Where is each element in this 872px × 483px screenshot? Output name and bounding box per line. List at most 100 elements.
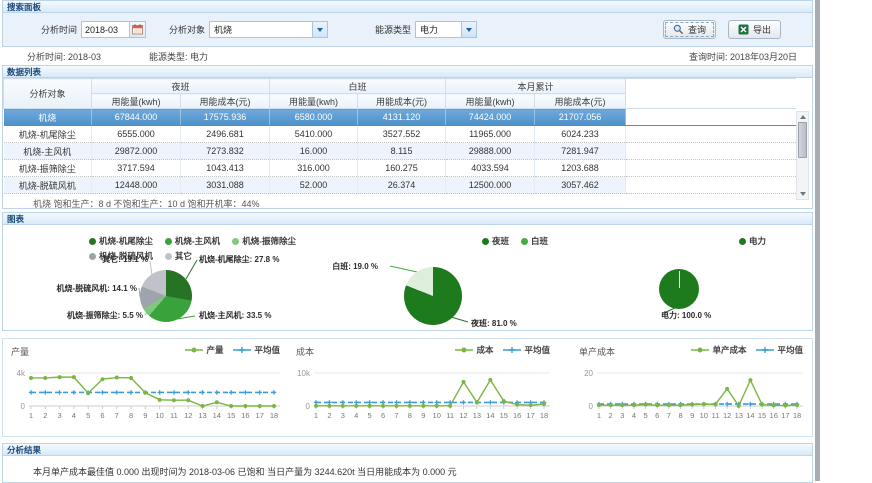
summary-analysis-time: 分析时间: 2018-03 xyxy=(27,50,101,63)
legend-item[interactable]: 机烧-主风机 xyxy=(165,235,220,247)
table-row[interactable]: 机烧67844.00017575.9366580.0004131.1207442… xyxy=(4,109,796,126)
scroll-down-arrow[interactable] xyxy=(797,189,808,199)
svg-text:2: 2 xyxy=(43,411,47,420)
row-object-name: 机烧 xyxy=(4,109,92,126)
table-cell: 29888.000 xyxy=(446,143,535,160)
table-cell: 1043.413 xyxy=(181,160,270,177)
svg-text:18: 18 xyxy=(270,411,278,420)
table-cell: 29872.000 xyxy=(92,143,181,160)
svg-text:16: 16 xyxy=(770,411,778,420)
query-button[interactable]: 查询 xyxy=(663,20,716,39)
table-cell: 74424.000 xyxy=(446,109,535,126)
table-cell: 8.115 xyxy=(358,143,446,160)
svg-text:2: 2 xyxy=(609,411,613,420)
legend-label: 产量 xyxy=(206,344,223,356)
line-chart-unit-cost: 单产成本单产成本平均值12345678910111213141516171820… xyxy=(573,339,811,436)
table-cell: 4033.594 xyxy=(446,160,535,177)
page-scrollbar[interactable] xyxy=(815,0,820,481)
svg-text:0: 0 xyxy=(306,402,311,411)
pie-slice-label: 白班: 19.0 % xyxy=(332,261,378,272)
column-header-filler xyxy=(626,79,796,109)
column-header-object: 分析对象 xyxy=(4,79,92,109)
legend-item[interactable]: 平均值 xyxy=(503,344,550,356)
table-row[interactable]: 机烧-机尾除尘6555.0002496.6815410.0003527.5521… xyxy=(4,126,796,143)
legend-item[interactable]: 夜班 xyxy=(482,235,509,247)
svg-text:7: 7 xyxy=(667,411,671,420)
search-panel: 搜索面板 分析时间 分析对象 机烧 能源类型 电力 xyxy=(2,0,813,47)
legend-item[interactable]: 机烧-机尾除尘 xyxy=(89,235,153,247)
svg-text:0: 0 xyxy=(21,402,26,411)
legend-label: 平均值 xyxy=(777,344,803,356)
line-chart-production: 产量产量平均值1234567891011121314151617184k0 xyxy=(5,339,288,436)
svg-text:1: 1 xyxy=(29,411,33,420)
table-cell: 67844.000 xyxy=(92,109,181,126)
chart-legend: 成本 平均值 xyxy=(455,344,550,356)
analysis-result-title: 分析结果 xyxy=(3,444,812,456)
legend-dot-icon xyxy=(521,238,528,245)
calendar-trigger-button[interactable] xyxy=(129,21,146,38)
svg-text:17: 17 xyxy=(256,411,264,420)
pie-start-line xyxy=(679,271,680,288)
energy-type-select[interactable]: 电力 xyxy=(415,21,477,38)
pie-charts-area: 机烧-机尾除尘机烧-主风机机烧-振筛除尘机烧-脱硫风机其它机烧-机尾除尘: 27… xyxy=(3,225,812,330)
svg-text:5: 5 xyxy=(86,411,90,420)
table-cell: 3057.462 xyxy=(535,177,626,194)
svg-text:10: 10 xyxy=(433,411,441,420)
export-button[interactable]: 导出 xyxy=(728,20,781,39)
svg-text:10k: 10k xyxy=(297,369,311,378)
scrollbar-thumb[interactable] xyxy=(798,122,807,158)
legend-item[interactable]: 产量 xyxy=(185,344,223,356)
table-cell: 3031.088 xyxy=(181,177,270,194)
table-row[interactable]: 机烧-主风机29872.0007273.83216.0008.11529888.… xyxy=(4,143,796,160)
pie-slice-label: 机烧-振筛除尘: 5.5 % xyxy=(67,310,143,321)
legend-item[interactable]: 其它 xyxy=(165,250,192,262)
legend-label: 其它 xyxy=(175,250,192,262)
table-cell-filler xyxy=(626,143,796,160)
pie-circle[interactable] xyxy=(140,270,192,322)
legend-dot-icon xyxy=(739,238,746,245)
pie-circle[interactable] xyxy=(404,267,462,325)
table-cell: 21707.056 xyxy=(535,109,626,126)
column-header-energy-amount: 用能量(kwh) xyxy=(270,94,358,109)
legend-label: 夜班 xyxy=(492,235,509,247)
pie-legend: 夜班 白班 xyxy=(482,235,548,247)
chart-title: 单产成本 xyxy=(579,345,615,358)
legend-label: 白班 xyxy=(531,235,548,247)
legend-item[interactable]: 平均值 xyxy=(233,344,280,356)
table-cell: 11965.000 xyxy=(446,126,535,143)
pie-chart-shift-cost-share: 夜班白班夜班: 81.0 %白班: 19.0 % xyxy=(338,225,558,330)
scroll-up-arrow[interactable] xyxy=(797,112,808,122)
legend-item[interactable]: 单产成本 xyxy=(691,344,746,356)
table-cell: 16.000 xyxy=(270,143,358,160)
analysis-object-select[interactable]: 机烧 xyxy=(209,21,328,38)
svg-text:10: 10 xyxy=(155,411,163,420)
svg-text:7: 7 xyxy=(394,411,398,420)
legend-item[interactable]: 成本 xyxy=(455,344,493,356)
legend-item[interactable]: 机烧-振筛除尘 xyxy=(232,235,296,247)
column-header-energy-amount: 用能量(kwh) xyxy=(92,94,181,109)
legend-label: 电力 xyxy=(749,235,766,247)
svg-text:6: 6 xyxy=(100,411,104,420)
legend-dot-icon xyxy=(165,238,172,245)
table-row[interactable]: 机烧-振筛除尘3717.5941043.413316.000160.275403… xyxy=(4,160,796,177)
svg-text:17: 17 xyxy=(526,411,534,420)
analysis-time-input[interactable] xyxy=(81,21,129,38)
energy-type-value: 电力 xyxy=(416,23,461,36)
svg-text:4k: 4k xyxy=(17,369,26,378)
analysis-result-panel: 分析结果 本月单产成本最佳值 0.000 出现时间为 2018-03-06 已饱… xyxy=(2,443,813,483)
data-list-title: 数据列表 xyxy=(3,66,812,78)
legend-item[interactable]: 平均值 xyxy=(756,344,803,356)
table-row[interactable]: 机烧-脱硫风机12448.0003031.08852.00026.3741250… xyxy=(4,177,796,194)
svg-text:1: 1 xyxy=(314,411,318,420)
table-cell: 12448.000 xyxy=(92,177,181,194)
table-scrollbar[interactable] xyxy=(796,111,809,200)
row-object-name: 机烧-振筛除尘 xyxy=(4,160,92,177)
pie-slice-label: 机烧-脱硫风机: 14.1 % xyxy=(57,283,137,294)
table-cell: 6555.000 xyxy=(92,126,181,143)
svg-text:12: 12 xyxy=(723,411,731,420)
chart-title: 成本 xyxy=(296,345,314,358)
svg-text:10: 10 xyxy=(700,411,708,420)
legend-label: 平均值 xyxy=(524,344,550,356)
legend-item[interactable]: 电力 xyxy=(739,235,766,247)
legend-item[interactable]: 白班 xyxy=(521,235,548,247)
